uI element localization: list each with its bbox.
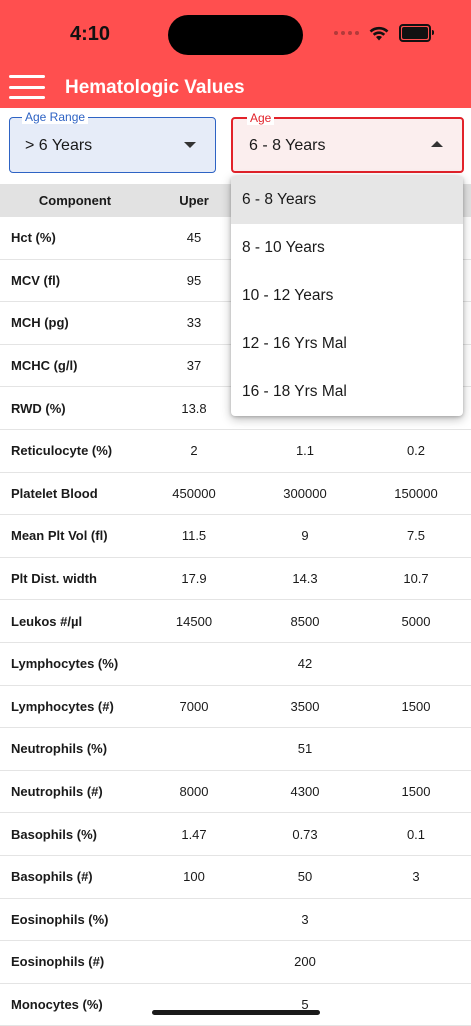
table-row: Lymphocytes (%) 42 (0, 643, 471, 686)
upper-value-cell: 33 (186, 315, 202, 331)
upper-value-cell: 100 (183, 869, 205, 885)
table-row: Eosinophils (%) 3 (0, 899, 471, 942)
caret-down-icon (184, 142, 196, 148)
upper-value-cell: 11.5 (181, 528, 207, 544)
table-row: Lymphocytes (#) 7000 3500 1500 (0, 686, 471, 729)
component-cell: Neutrophils (#) (11, 784, 103, 800)
upper-value-cell: 95 (186, 272, 202, 288)
age-label: Age (247, 111, 275, 125)
table-row: Platelet Blood 450000 300000 150000 (0, 473, 471, 516)
middle-value-cell: 3 (301, 911, 309, 927)
upper-value-cell: 17.9 (181, 571, 207, 587)
upper-value-cell: 7000 (179, 698, 209, 714)
middle-value-cell: 300000 (283, 485, 327, 501)
upper-value-cell: 45 (186, 230, 202, 246)
lower-value-cell: 150000 (394, 485, 438, 501)
table-row: Reticulocyte (%) 2 1.1 0.2 (0, 430, 471, 473)
component-cell: MCV (fl) (11, 272, 61, 288)
upper-value-cell: 37 (186, 358, 202, 374)
age-range-value: > 6 Years (25, 137, 93, 154)
lower-value-cell: 5000 (401, 613, 431, 629)
table-row: Leukos #/µl 14500 8500 5000 (0, 600, 471, 643)
wifi-icon (369, 26, 389, 40)
age-dropdown[interactable]: Age 6 - 8 Years (231, 111, 464, 173)
upper-value-cell: 14500 (175, 613, 213, 629)
app-bar: Hematologic Values (0, 68, 471, 108)
component-cell: Basophils (#) (11, 869, 93, 885)
dynamic-island (168, 15, 303, 55)
table-row: Eosinophils (#) 200 (0, 941, 471, 984)
age-option[interactable]: 6 - 8 Years (231, 176, 463, 224)
battery-icon (399, 24, 434, 42)
age-option[interactable]: 8 - 10 Years (231, 224, 463, 272)
component-cell: MCH (pg) (11, 315, 69, 331)
table-row: Neutrophils (%) 51 (0, 728, 471, 771)
component-cell: Platelet Blood (11, 485, 98, 501)
middle-value-cell: 9 (301, 528, 309, 544)
age-value: 6 - 8 Years (249, 137, 326, 154)
component-cell: Lymphocytes (#) (11, 698, 114, 714)
middle-value-cell: 51 (297, 741, 313, 757)
header-upper: Uper (179, 193, 209, 208)
middle-value-cell: 42 (297, 656, 313, 672)
middle-value-cell: 1.1 (295, 443, 315, 459)
upper-value-cell: 1.47 (181, 826, 207, 842)
upper-value-cell: 2 (190, 443, 198, 459)
header-component: Component (38, 193, 112, 208)
lower-value-cell: 7.5 (406, 528, 426, 544)
lower-value-cell: 0.2 (406, 443, 426, 459)
middle-value-cell: 200 (294, 954, 316, 970)
component-cell: Eosinophils (#) (11, 954, 105, 970)
status-time: 4:10 (70, 23, 111, 45)
caret-up-icon (431, 141, 443, 147)
upper-value-cell: 8000 (179, 784, 209, 800)
component-cell: Hct (%) (11, 230, 56, 246)
table-row: Mean Plt Vol (fl) 11.5 9 7.5 (0, 515, 471, 558)
upper-value-cell: 13.8 (181, 400, 207, 416)
status-bar: 4:10 (0, 0, 471, 68)
middle-value-cell: 50 (297, 869, 313, 885)
upper-value-cell: 450000 (172, 485, 216, 501)
lower-value-cell: 1500 (401, 784, 431, 800)
component-cell: Neutrophils (%) (11, 741, 108, 757)
age-option[interactable]: 12 - 16 Yrs Mal (231, 320, 463, 368)
table-row: Neutrophils (#) 8000 4300 1500 (0, 771, 471, 814)
lower-value-cell: 10.7 (403, 571, 429, 587)
status-icons (334, 24, 434, 42)
table-row: Basophils (#) 100 50 3 (0, 856, 471, 899)
component-cell: RWD (%) (11, 400, 66, 416)
home-indicator[interactable] (152, 1010, 320, 1015)
table-row: Monocytes (%) 5 (0, 984, 471, 1026)
middle-value-cell: 3500 (290, 698, 320, 714)
lower-value-cell: 0.1 (406, 826, 426, 842)
table-row: Plt Dist. width 17.9 14.3 10.7 (0, 558, 471, 601)
age-options-menu: 6 - 8 Years 8 - 10 Years 10 - 12 Years 1… (231, 176, 463, 416)
age-option[interactable]: 16 - 18 Yrs Mal (231, 368, 463, 416)
cellular-signal-icon (334, 31, 359, 35)
middle-value-cell: 0.73 (292, 826, 318, 842)
component-cell: Basophils (%) (11, 826, 97, 842)
component-cell: Eosinophils (%) (11, 911, 109, 927)
age-range-dropdown[interactable]: Age Range > 6 Years (9, 110, 216, 173)
component-cell: Lymphocytes (%) (11, 656, 119, 672)
component-cell: Leukos #/µl (11, 613, 83, 629)
lower-value-cell: 3 (412, 869, 420, 885)
component-cell: MCHC (g/l) (11, 358, 78, 374)
page-title: Hematologic Values (65, 77, 245, 98)
component-cell: Monocytes (%) (11, 996, 103, 1012)
age-option[interactable]: 10 - 12 Years (231, 272, 463, 320)
component-cell: Mean Plt Vol (fl) (11, 528, 108, 544)
middle-value-cell: 14.3 (292, 571, 318, 587)
component-cell: Reticulocyte (%) (11, 443, 113, 459)
component-cell: Plt Dist. width (11, 571, 97, 587)
age-range-label: Age Range (22, 110, 89, 124)
middle-value-cell: 8500 (290, 613, 320, 629)
table-row: Basophils (%) 1.47 0.73 0.1 (0, 813, 471, 856)
hamburger-menu-icon[interactable] (9, 75, 45, 99)
lower-value-cell: 1500 (401, 698, 431, 714)
middle-value-cell: 4300 (290, 784, 320, 800)
